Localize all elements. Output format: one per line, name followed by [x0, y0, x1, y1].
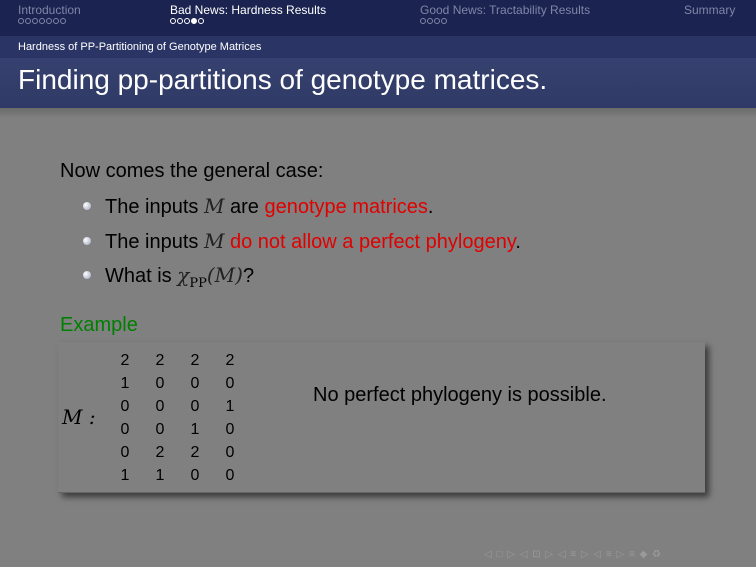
nav-dot[interactable]	[434, 18, 440, 24]
bullet-item-1: The inputs M are genotype matrices.	[105, 194, 433, 219]
matrix-cell: 0	[120, 398, 130, 415]
nav-dot[interactable]	[184, 18, 190, 24]
matrix-cell: 0	[155, 421, 165, 438]
matrix-cell: 1	[225, 398, 235, 415]
intro-text: Now comes the general case:	[60, 160, 324, 182]
matrix-cell: 2	[120, 352, 130, 369]
matrix-cell: 0	[155, 398, 165, 415]
nav-dot[interactable]	[18, 18, 24, 24]
bullet-item-3-subscript: PP	[189, 276, 207, 291]
nav-dot[interactable]	[53, 18, 59, 24]
matrix-cell: 0	[155, 375, 165, 392]
nav-dot[interactable]	[32, 18, 38, 24]
subsection-title: Hardness of PP-Partitioning of Genotype …	[18, 41, 262, 53]
nav-dot[interactable]	[39, 18, 45, 24]
bullet-item-1-mid: are	[224, 196, 265, 218]
nav-section-tractability[interactable]: Good News: Tractability Results	[420, 3, 590, 17]
nav-dot[interactable]	[191, 18, 197, 24]
matrix-label: M :	[62, 405, 96, 429]
matrix-cell: 2	[190, 444, 200, 461]
nav-section-hardness[interactable]: Bad News: Hardness Results	[170, 3, 326, 17]
matrix-cell: 2	[225, 352, 235, 369]
nav-dots-hardness[interactable]	[170, 18, 204, 26]
bullet-item-1-highlight: genotype matrices	[264, 196, 428, 218]
matrix-cell: 2	[155, 352, 165, 369]
nav-dot[interactable]	[420, 18, 426, 24]
example-note: No perfect phylogeny is possible.	[313, 384, 607, 406]
nav-dot[interactable]	[46, 18, 52, 24]
nav-dot[interactable]	[441, 18, 447, 24]
bullet-item-3-arg: (M)	[206, 263, 243, 287]
matrix-cell: 1	[120, 375, 130, 392]
matrix-cell: 0	[225, 421, 235, 438]
nav-dots-tractability[interactable]	[420, 18, 447, 26]
nav-dot[interactable]	[198, 18, 204, 24]
matrix-cell: 0	[225, 467, 235, 484]
bullet-item-2-highlight: do not allow a perfect phylogeny	[230, 231, 516, 253]
matrix-cell: 0	[120, 421, 130, 438]
bullet-icon	[83, 202, 91, 210]
bullet-item-3-post: ?	[242, 265, 255, 287]
title-shadow	[0, 108, 756, 118]
matrix-cell: 2	[155, 444, 165, 461]
bullet-item-2-math: M	[203, 229, 225, 253]
bullet-item-2-post: .	[515, 231, 521, 253]
bullet-item-2: The inputs M do not allow a perfect phyl…	[105, 229, 521, 254]
nav-dot[interactable]	[170, 18, 176, 24]
matrix-cell: 0	[225, 444, 235, 461]
matrix-cell: 1	[190, 421, 200, 438]
nav-dot[interactable]	[60, 18, 66, 24]
matrix-cell: 0	[225, 375, 235, 392]
nav-dots-introduction[interactable]	[18, 18, 66, 26]
matrix-cell: 2	[190, 352, 200, 369]
frame-title: Finding pp-partitions of genotype matric…	[18, 64, 548, 95]
bullet-item-3: What is χPP(M)?	[105, 263, 254, 291]
matrix-cell: 0	[190, 375, 200, 392]
example-label: Example	[60, 314, 138, 336]
nav-dot[interactable]	[25, 18, 31, 24]
bullet-item-3-chi: χ	[177, 263, 190, 287]
beamer-navigation-icons[interactable]: ◁ □ ▷ ◁ ⊡ ▷ ◁ ≡ ▷ ◁ ≡ ▷ ≡ ◆ ♻	[484, 549, 662, 560]
bullet-item-1-pre: The inputs	[105, 196, 204, 218]
bullet-item-2-pre: The inputs	[105, 231, 204, 253]
matrix-cell: 1	[155, 467, 165, 484]
bullet-icon	[83, 237, 91, 245]
bullet-item-1-post: .	[427, 196, 434, 218]
matrix-cell: 0	[190, 467, 200, 484]
nav-dot[interactable]	[177, 18, 183, 24]
nav-section-introduction[interactable]: Introduction	[18, 3, 81, 17]
matrix-cell: 0	[190, 398, 200, 415]
matrix-cell: 1	[120, 467, 130, 484]
bullet-item-1-math: M	[203, 194, 225, 218]
matrix-cell: 0	[120, 444, 130, 461]
nav-dot[interactable]	[427, 18, 433, 24]
nav-section-summary[interactable]: Summary	[684, 3, 735, 17]
bullet-icon	[83, 271, 91, 279]
bullet-item-3-pre: What is	[105, 265, 178, 287]
section-navigation-bar: Introduction Bad News: Hardness Results …	[0, 0, 756, 36]
